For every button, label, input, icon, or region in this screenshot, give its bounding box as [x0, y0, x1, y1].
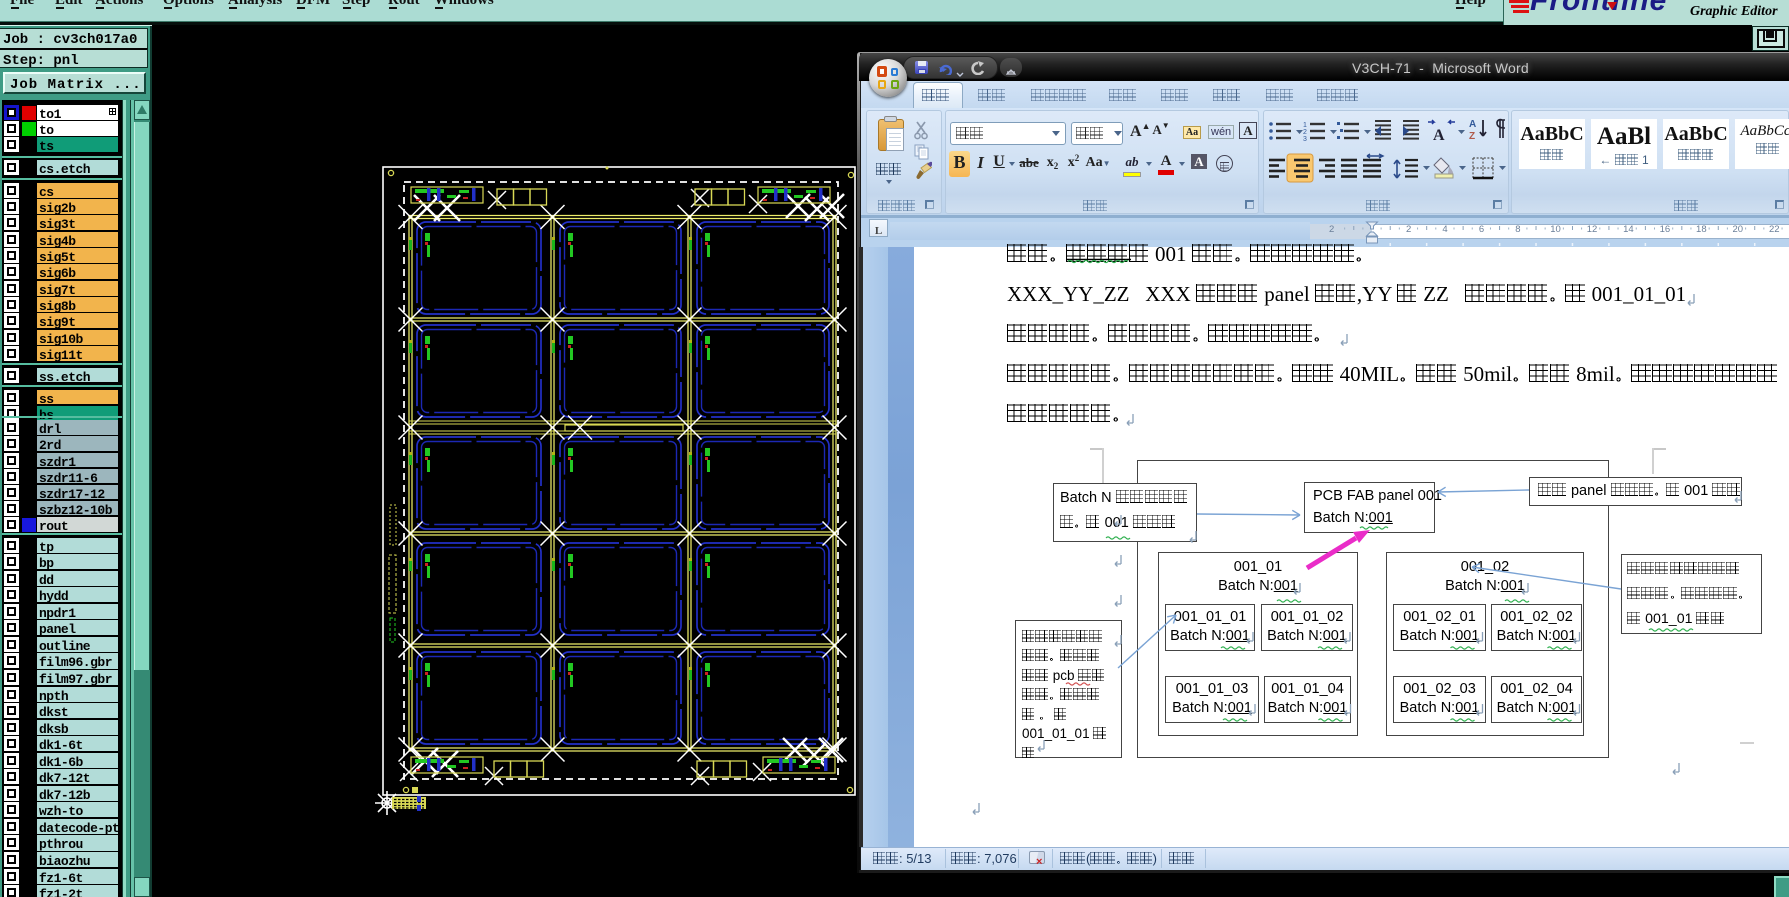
svg-text:22: 22 — [1769, 224, 1780, 235]
svg-text:A: A — [1433, 127, 1445, 144]
svg-text:20: 20 — [1733, 224, 1744, 235]
svg-text:2: 2 — [1406, 224, 1411, 235]
svg-text:12: 12 — [1587, 224, 1598, 235]
svg-text:2: 2 — [1303, 129, 1307, 136]
svg-text:A: A — [1469, 119, 1476, 130]
svg-text:Z: Z — [1469, 131, 1475, 142]
svg-text:2: 2 — [1329, 224, 1334, 235]
svg-text:16: 16 — [1660, 224, 1671, 235]
svg-text:3: 3 — [1303, 136, 1307, 143]
svg-text:1: 1 — [1303, 122, 1307, 129]
svg-text:6: 6 — [1479, 224, 1484, 235]
svg-text:18: 18 — [1696, 224, 1707, 235]
svg-text:14: 14 — [1623, 224, 1634, 235]
svg-text:8: 8 — [1515, 224, 1520, 235]
svg-text:4: 4 — [1442, 224, 1447, 235]
svg-text:10: 10 — [1550, 224, 1561, 235]
